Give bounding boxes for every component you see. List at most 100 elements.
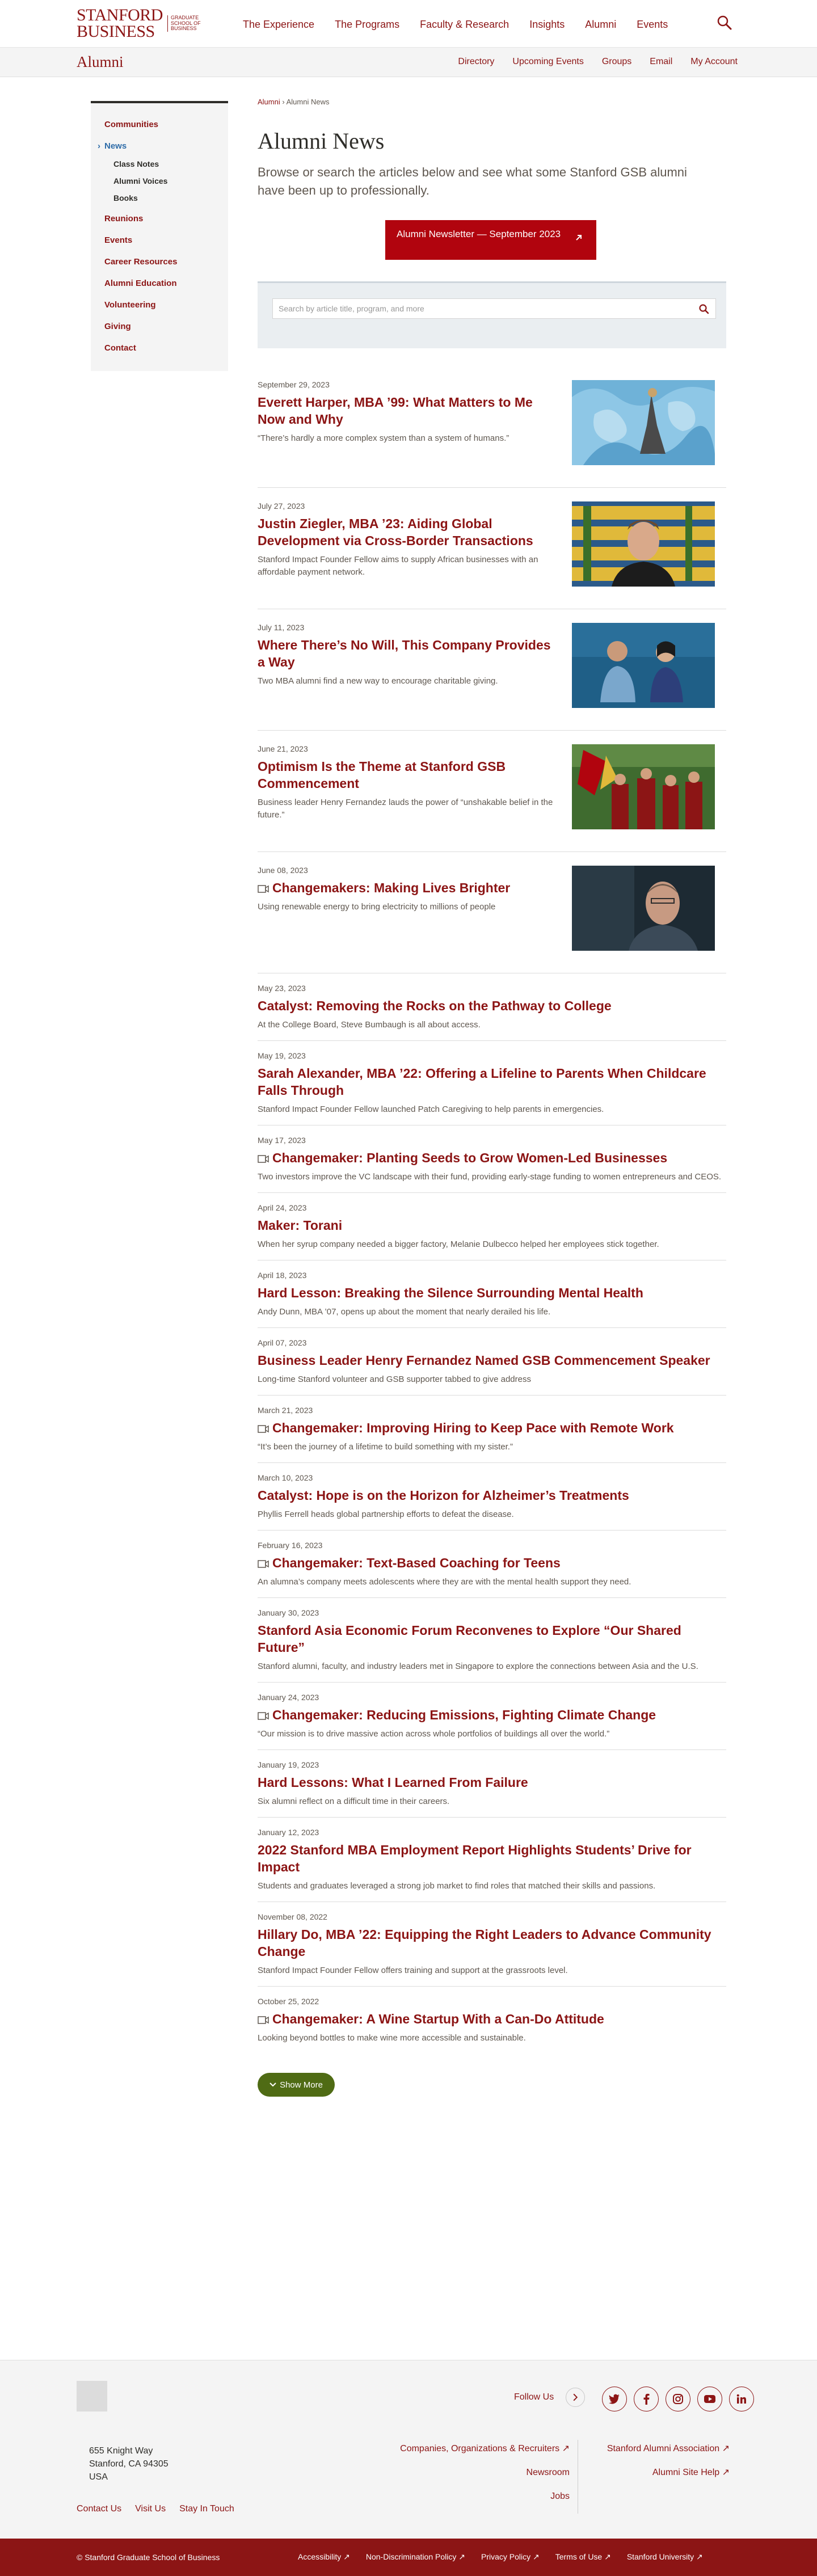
article-item: March 10, 2023 Catalyst: Hope is on the … xyxy=(258,1463,726,1531)
article-thumbnail[interactable] xyxy=(572,380,715,465)
sidebar-item-alumni-education[interactable]: Alumni Education xyxy=(104,275,214,293)
article-item: June 21, 2023 Optimism Is the Theme at S… xyxy=(258,731,726,852)
subnav-email[interactable]: Email xyxy=(650,57,672,67)
youtube-icon[interactable] xyxy=(697,2387,722,2411)
article-title[interactable]: Everett Harper, MBA ’99: What Matters to… xyxy=(258,394,558,428)
show-more-button[interactable]: Show More xyxy=(258,2073,335,2097)
article-title[interactable]: Hard Lesson: Breaking the Silence Surrou… xyxy=(258,1284,726,1301)
subnav-upcoming-events[interactable]: Upcoming Events xyxy=(512,57,583,67)
article-title[interactable]: Stanford Asia Economic Forum Reconvenes … xyxy=(258,1622,726,1656)
video-icon xyxy=(258,885,269,893)
sidebar-item-career-resources[interactable]: Career Resources xyxy=(104,253,214,271)
article-title[interactable]: Changemaker: Text-Based Coaching for Tee… xyxy=(258,1554,726,1571)
subnav-groups[interactable]: Groups xyxy=(602,57,631,67)
logo-sub-3: BUSINESS xyxy=(170,26,197,32)
search-icon[interactable] xyxy=(717,15,732,31)
article-thumbnail[interactable] xyxy=(572,501,715,587)
sidebar-item-reunions[interactable]: Reunions xyxy=(104,210,214,228)
article-item: January 19, 2023 Hard Lessons: What I Le… xyxy=(258,1750,726,1818)
sidebar-item-giving[interactable]: Giving xyxy=(104,318,214,336)
article-description: Using renewable energy to bring electric… xyxy=(258,902,496,912)
article-date: July 27, 2023 xyxy=(258,501,305,511)
article-title[interactable]: Hard Lessons: What I Learned From Failur… xyxy=(258,1774,726,1791)
legal-link-non-discrimination[interactable]: Non-Discrimination Policy ↗ xyxy=(366,2552,465,2562)
article-title[interactable]: Maker: Torani xyxy=(258,1217,726,1234)
subnav-my-account[interactable]: My Account xyxy=(690,57,738,67)
article-thumbnail[interactable] xyxy=(572,866,715,951)
newsletter-button[interactable]: Alumni Newsletter — September 2023 xyxy=(385,220,596,260)
article-description: Stanford alumni, faculty, and industry l… xyxy=(258,1662,698,1671)
article-date: March 21, 2023 xyxy=(258,1406,313,1415)
article-title[interactable]: Catalyst: Hope is on the Horizon for Alz… xyxy=(258,1487,726,1504)
footer-link-site-help[interactable]: Alumni Site Help ↗ xyxy=(586,2467,730,2478)
linkedin-icon[interactable] xyxy=(729,2387,754,2411)
nav-the-programs[interactable]: The Programs xyxy=(335,19,399,31)
nav-alumni[interactable]: Alumni xyxy=(585,19,616,31)
article-search-input[interactable] xyxy=(279,304,670,313)
instagram-icon[interactable] xyxy=(666,2387,690,2411)
footer-link-companies[interactable]: Companies, Organizations & Recruiters ↗ xyxy=(398,2443,570,2455)
article-thumbnail[interactable] xyxy=(572,744,715,829)
sidebar-item-events[interactable]: Events xyxy=(104,231,214,250)
subnav-directory[interactable]: Directory xyxy=(458,57,494,67)
facebook-icon[interactable] xyxy=(634,2387,659,2411)
article-title[interactable]: Business Leader Henry Fernandez Named GS… xyxy=(258,1352,726,1369)
sidebar-item-contact[interactable]: Contact xyxy=(104,339,214,357)
article-description: Phyllis Ferrell heads global partnership… xyxy=(258,1510,514,1519)
article-title[interactable]: Changemaker: Improving Hiring to Keep Pa… xyxy=(258,1419,726,1436)
article-title[interactable]: Catalyst: Removing the Rocks on the Path… xyxy=(258,997,726,1014)
nav-insights[interactable]: Insights xyxy=(529,19,565,31)
newsletter-label: Alumni Newsletter — September 2023 xyxy=(397,229,561,239)
footer-link-stay-in-touch[interactable]: Stay In Touch xyxy=(179,2504,234,2514)
legal-link-terms[interactable]: Terms of Use ↗ xyxy=(555,2552,611,2562)
article-title[interactable]: Justin Ziegler, MBA ’23: Aiding Global D… xyxy=(258,515,558,549)
article-date: May 23, 2023 xyxy=(258,984,306,993)
article-item: May 23, 2023 Catalyst: Removing the Rock… xyxy=(258,973,726,1041)
sidebar-item-volunteering[interactable]: Volunteering xyxy=(104,296,214,314)
twitter-icon[interactable] xyxy=(602,2387,627,2411)
article-title[interactable]: Where There’s No Will, This Company Prov… xyxy=(258,636,558,671)
article-title[interactable]: Optimism Is the Theme at Stanford GSB Co… xyxy=(258,758,558,792)
article-title[interactable]: Changemaker: A Wine Startup With a Can-D… xyxy=(258,2010,726,2027)
article-item: April 24, 2023 Maker: Torani When her sy… xyxy=(258,1193,726,1260)
sidebar-item-books[interactable]: Books xyxy=(104,189,214,206)
article-description: An alumna’s company meets adolescents wh… xyxy=(258,1577,631,1587)
article-title[interactable]: Changemakers: Making Lives Brighter xyxy=(258,879,558,896)
nav-events[interactable]: Events xyxy=(637,19,668,31)
article-search xyxy=(258,281,726,348)
article-title[interactable]: Changemaker: Planting Seeds to Grow Wome… xyxy=(258,1149,726,1166)
sidebar-item-communities[interactable]: Communities xyxy=(104,116,214,134)
footer-contact-links: Contact Us Visit Us Stay In Touch xyxy=(77,2504,234,2514)
legal-link-stanford[interactable]: Stanford University ↗ xyxy=(627,2552,703,2562)
article-title[interactable]: Sarah Alexander, MBA ’22: Offering a Lif… xyxy=(258,1065,726,1099)
footer-link-saa[interactable]: Stanford Alumni Association ↗ xyxy=(586,2443,730,2455)
sidebar-item-class-notes[interactable]: Class Notes xyxy=(104,155,214,172)
article-title[interactable]: 2022 Stanford MBA Employment Report High… xyxy=(258,1841,726,1875)
search-submit-icon[interactable] xyxy=(698,303,710,315)
legal-link-privacy[interactable]: Privacy Policy ↗ xyxy=(481,2552,540,2562)
article-title[interactable]: Changemaker: Reducing Emissions, Fightin… xyxy=(258,1706,726,1723)
article-date: September 29, 2023 xyxy=(258,380,330,389)
sidebar-item-news[interactable]: News xyxy=(104,137,214,155)
legal-link-accessibility[interactable]: Accessibility ↗ xyxy=(298,2552,350,2562)
footer-link-jobs[interactable]: Jobs xyxy=(398,2491,570,2502)
sidebar-item-alumni-voices[interactable]: Alumni Voices xyxy=(104,172,214,189)
nav-the-experience[interactable]: The Experience xyxy=(243,19,314,31)
chevron-right-icon[interactable] xyxy=(566,2388,585,2407)
nav-faculty-research[interactable]: Faculty & Research xyxy=(420,19,509,31)
footer-link-contact-us[interactable]: Contact Us xyxy=(77,2504,121,2514)
gsb-logo[interactable]: STANFORD BUSINESS GRADUATE SCHOOL OF BUS… xyxy=(77,7,201,40)
search-field-wrapper xyxy=(272,298,716,319)
alumni-section-title[interactable]: Alumni xyxy=(77,53,124,71)
article-date: June 08, 2023 xyxy=(258,866,308,875)
footer-link-visit-us[interactable]: Visit Us xyxy=(135,2504,166,2514)
footer-logo[interactable] xyxy=(77,2381,107,2411)
article-title[interactable]: Hillary Do, MBA ’22: Equipping the Right… xyxy=(258,1926,726,1960)
breadcrumb-current: Alumni News xyxy=(286,98,330,106)
article-item: November 08, 2022 Hillary Do, MBA ’22: E… xyxy=(258,1902,726,1987)
breadcrumb-separator: › xyxy=(282,98,285,106)
footer-link-newsroom[interactable]: Newsroom xyxy=(398,2467,570,2478)
article-thumbnail[interactable] xyxy=(572,623,715,708)
breadcrumb-alumni[interactable]: Alumni xyxy=(258,98,280,106)
article-item: July 11, 2023 Where There’s No Will, Thi… xyxy=(258,609,726,731)
